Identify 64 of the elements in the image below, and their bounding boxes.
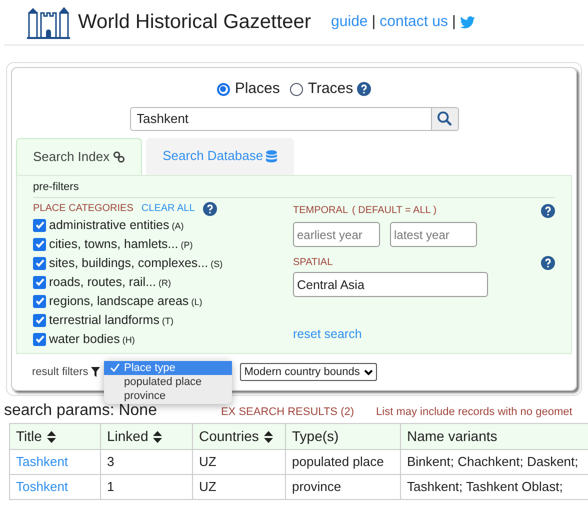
checkbox[interactable]: [33, 218, 46, 232]
separator: |: [372, 12, 376, 32]
checkbox[interactable]: [33, 332, 46, 346]
temporal-note: ( DEFAULT = ALL ): [352, 204, 437, 218]
table-cell: UZ: [192, 450, 286, 474]
search-tab[interactable]: Search Index: [16, 138, 142, 174]
chevron-down-icon: [364, 368, 373, 376]
castle-logo-icon: [27, 5, 70, 39]
column-header[interactable]: Title: [10, 424, 100, 450]
table-cell: 1: [100, 474, 192, 500]
latest-year-field[interactable]: latest year: [390, 222, 477, 247]
category-label: regions, landscape areas (L): [49, 292, 202, 310]
table-cell: UZ: [192, 474, 286, 500]
column-header[interactable]: Linked: [100, 424, 192, 450]
checkbox[interactable]: [33, 238, 46, 250]
categories-label: PLACE CATEGORIES: [33, 202, 134, 216]
table-cell: populated place: [286, 450, 400, 474]
checkbox[interactable]: [33, 276, 46, 288]
filter-icon: [91, 367, 100, 377]
help-icon[interactable]: [541, 256, 555, 270]
help-icon[interactable]: [541, 204, 555, 218]
column-header[interactable]: Countries: [192, 424, 286, 450]
checkmark-icon: [110, 363, 120, 373]
sort-icon[interactable]: [264, 430, 273, 442]
mode-radio[interactable]: Traces: [290, 78, 354, 100]
category-label: water bodies (H): [49, 330, 135, 348]
sort-icon[interactable]: [46, 430, 56, 442]
temporal-label: TEMPORAL: [293, 204, 348, 218]
help-icon[interactable]: [357, 82, 372, 96]
category-label: administrative entities (A): [49, 216, 184, 234]
sort-icon[interactable]: [153, 430, 162, 442]
search-button[interactable]: [432, 106, 458, 130]
results-note: List may include records with no geomet: [376, 404, 572, 420]
category-label: sites, buildings, complexes... (S): [49, 254, 223, 272]
checkbox[interactable]: [33, 256, 46, 270]
menu-option[interactable]: province: [104, 389, 232, 403]
menu-option[interactable]: populated place: [104, 375, 232, 389]
menu-option[interactable]: Place type: [104, 361, 232, 375]
checkbox[interactable]: [33, 294, 46, 308]
prefilters-title: pre-filters: [33, 176, 555, 198]
results-heading: EX SEARCH RESULTS (2): [220, 404, 354, 420]
spatial-label: SPATIAL: [293, 256, 333, 270]
category-label: terrestrial landforms (T): [49, 312, 174, 329]
bird-icon[interactable]: [460, 16, 475, 28]
bounds-select[interactable]: Modern country bounds: [240, 363, 377, 381]
spatial-field[interactable]: Central Asia: [293, 272, 488, 297]
search-icon: [437, 111, 452, 126]
column-header: Type(s): [286, 424, 400, 450]
category-label: roads, routes, rail... (R): [49, 274, 172, 291]
table-cell: province: [286, 474, 400, 500]
help-icon[interactable]: [202, 202, 217, 216]
link-icon: [112, 150, 125, 162]
checkbox[interactable]: [33, 314, 46, 326]
earliest-year-field[interactable]: earliest year: [293, 222, 380, 247]
table-cell: 3: [100, 450, 192, 474]
site-title: World Historical Gazetteer: [78, 10, 312, 35]
category-label: cities, towns, hamlets... (P): [49, 236, 193, 253]
search-params-text: search params: None: [4, 402, 157, 420]
separator: |: [452, 12, 456, 32]
search-field[interactable]: Tashkent: [130, 106, 432, 130]
column-header: Name variants: [400, 424, 588, 450]
database-icon: [266, 150, 278, 162]
mode-radio[interactable]: Places: [216, 78, 280, 100]
result-filters-label: result filters: [32, 364, 88, 380]
